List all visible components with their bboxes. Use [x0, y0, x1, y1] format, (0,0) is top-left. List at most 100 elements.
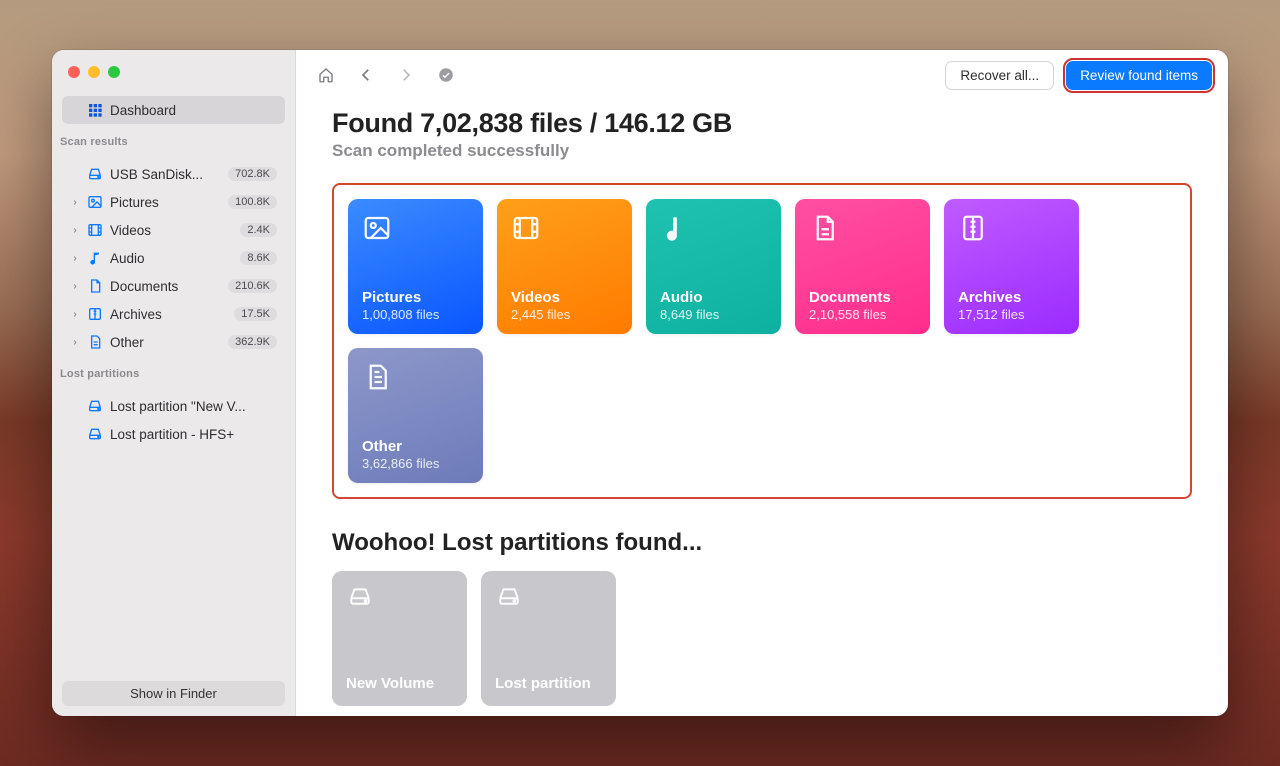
- document-icon: [809, 213, 916, 248]
- sidebar-item-other[interactable]: › Other 362.9K: [62, 328, 285, 356]
- back-button[interactable]: [352, 61, 380, 89]
- sidebar-item-label: Audio: [110, 251, 234, 266]
- partitions-section-title: Woohoo! Lost partitions found...: [332, 529, 1192, 557]
- chevron-right-icon[interactable]: ›: [70, 337, 80, 348]
- check-circle-icon: [437, 66, 455, 84]
- page-title: Found 7,02,838 files / 146.12 GB: [332, 108, 1192, 139]
- sidebar-item-audio[interactable]: › Audio 8.6K: [62, 244, 285, 272]
- drive-icon: [495, 585, 602, 612]
- toolbar: Recover all... Review found items: [296, 50, 1228, 100]
- sidebar-item-count: 702.8K: [228, 167, 277, 181]
- music-note-icon: [86, 249, 104, 267]
- sidebar-item-videos[interactable]: › Videos 2.4K: [62, 216, 285, 244]
- chevron-right-icon[interactable]: ›: [70, 197, 80, 208]
- sidebar-item-label: Lost partition - HFS+: [110, 427, 277, 442]
- sidebar-item-dashboard[interactable]: Dashboard: [62, 96, 285, 124]
- chevron-right-icon[interactable]: ›: [70, 281, 80, 292]
- home-icon: [317, 66, 335, 84]
- sidebar-item-label: Other: [110, 335, 222, 350]
- app-window: Dashboard Scan results USB SanDisk... 70…: [52, 50, 1228, 716]
- sidebar-item-lost-partition[interactable]: Lost partition - HFS+: [62, 420, 285, 448]
- sidebar-item-count: 2.4K: [240, 223, 277, 237]
- card-meta: 8,649 files: [660, 307, 767, 322]
- review-found-items-button[interactable]: Review found items: [1066, 61, 1212, 90]
- card-meta: 17,512 files: [958, 307, 1065, 322]
- desktop-background: Dashboard Scan results USB SanDisk... 70…: [0, 0, 1280, 766]
- sidebar-item-label: Videos: [110, 223, 234, 238]
- close-window-button[interactable]: [68, 66, 80, 78]
- partition-card-title: Lost partition: [495, 675, 602, 692]
- page-subtitle: Scan completed successfully: [332, 141, 1192, 161]
- sidebar-item-count: 17.5K: [234, 307, 277, 321]
- sidebar-item-count: 210.6K: [228, 279, 277, 293]
- category-cards: Pictures 1,00,808 files Videos 2,445 fil…: [332, 183, 1192, 499]
- card-meta: 3,62,866 files: [362, 456, 469, 471]
- main-panel: Recover all... Review found items Found …: [296, 50, 1228, 716]
- film-icon: [511, 213, 618, 248]
- sidebar: Dashboard Scan results USB SanDisk... 70…: [52, 50, 296, 716]
- partition-card[interactable]: Lost partition: [481, 571, 616, 706]
- sidebar-item-count: 100.8K: [228, 195, 277, 209]
- sidebar-item-label: Documents: [110, 279, 222, 294]
- archive-icon: [86, 305, 104, 323]
- sidebar-item-label: Pictures: [110, 195, 222, 210]
- chevron-right-icon[interactable]: ›: [70, 253, 80, 264]
- content-area[interactable]: Found 7,02,838 files / 146.12 GB Scan co…: [296, 100, 1228, 716]
- chevron-right-icon: [397, 66, 415, 84]
- card-audio[interactable]: Audio 8,649 files: [646, 199, 781, 334]
- card-title: Audio: [660, 289, 767, 306]
- card-title: Other: [362, 438, 469, 455]
- card-meta: 2,10,558 files: [809, 307, 916, 322]
- sidebar-item-documents[interactable]: › Documents 210.6K: [62, 272, 285, 300]
- sidebar-item-drive[interactable]: USB SanDisk... 702.8K: [62, 160, 285, 188]
- drive-icon: [86, 397, 104, 415]
- home-button[interactable]: [312, 61, 340, 89]
- card-meta: 1,00,808 files: [362, 307, 469, 322]
- recover-all-button[interactable]: Recover all...: [945, 61, 1054, 90]
- sidebar-item-archives[interactable]: › Archives 17.5K: [62, 300, 285, 328]
- show-in-finder-button[interactable]: Show in Finder: [62, 681, 285, 706]
- sidebar-item-lost-partition[interactable]: Lost partition "New V...: [62, 392, 285, 420]
- sidebar-item-label: Lost partition "New V...: [110, 399, 277, 414]
- document-icon: [86, 277, 104, 295]
- card-title: Videos: [511, 289, 618, 306]
- image-icon: [362, 213, 469, 248]
- partition-cards: New Volume Lost partition: [332, 571, 1192, 716]
- forward-button[interactable]: [392, 61, 420, 89]
- drive-icon: [86, 165, 104, 183]
- film-icon: [86, 221, 104, 239]
- archive-icon: [958, 213, 1065, 248]
- card-other[interactable]: Other 3,62,866 files: [348, 348, 483, 483]
- sidebar-item-label: Archives: [110, 307, 228, 322]
- card-title: Archives: [958, 289, 1065, 306]
- card-title: Documents: [809, 289, 916, 306]
- file-icon: [86, 333, 104, 351]
- window-controls: [52, 62, 295, 90]
- card-title: Pictures: [362, 289, 469, 306]
- chevron-right-icon[interactable]: ›: [70, 225, 80, 236]
- card-documents[interactable]: Documents 2,10,558 files: [795, 199, 930, 334]
- music-note-icon: [660, 213, 767, 248]
- file-icon: [362, 362, 469, 397]
- sidebar-item-count: 8.6K: [240, 251, 277, 265]
- partition-card[interactable]: New Volume: [332, 571, 467, 706]
- chevron-right-icon[interactable]: ›: [70, 309, 80, 320]
- chevron-left-icon: [357, 66, 375, 84]
- card-archives[interactable]: Archives 17,512 files: [944, 199, 1079, 334]
- sidebar-item-count: 362.9K: [228, 335, 277, 349]
- sidebar-item-label: Dashboard: [110, 103, 277, 118]
- sidebar-section-header-partitions: Lost partitions: [52, 360, 295, 386]
- card-pictures[interactable]: Pictures 1,00,808 files: [348, 199, 483, 334]
- sidebar-item-pictures[interactable]: › Pictures 100.8K: [62, 188, 285, 216]
- partition-card-title: New Volume: [346, 675, 453, 692]
- minimize-window-button[interactable]: [88, 66, 100, 78]
- drive-icon: [346, 585, 453, 612]
- image-icon: [86, 193, 104, 211]
- maximize-window-button[interactable]: [108, 66, 120, 78]
- card-meta: 2,445 files: [511, 307, 618, 322]
- drive-icon: [86, 425, 104, 443]
- sidebar-section-header-scan: Scan results: [52, 128, 295, 154]
- status-button[interactable]: [432, 61, 460, 89]
- card-videos[interactable]: Videos 2,445 files: [497, 199, 632, 334]
- grid-icon: [86, 101, 104, 119]
